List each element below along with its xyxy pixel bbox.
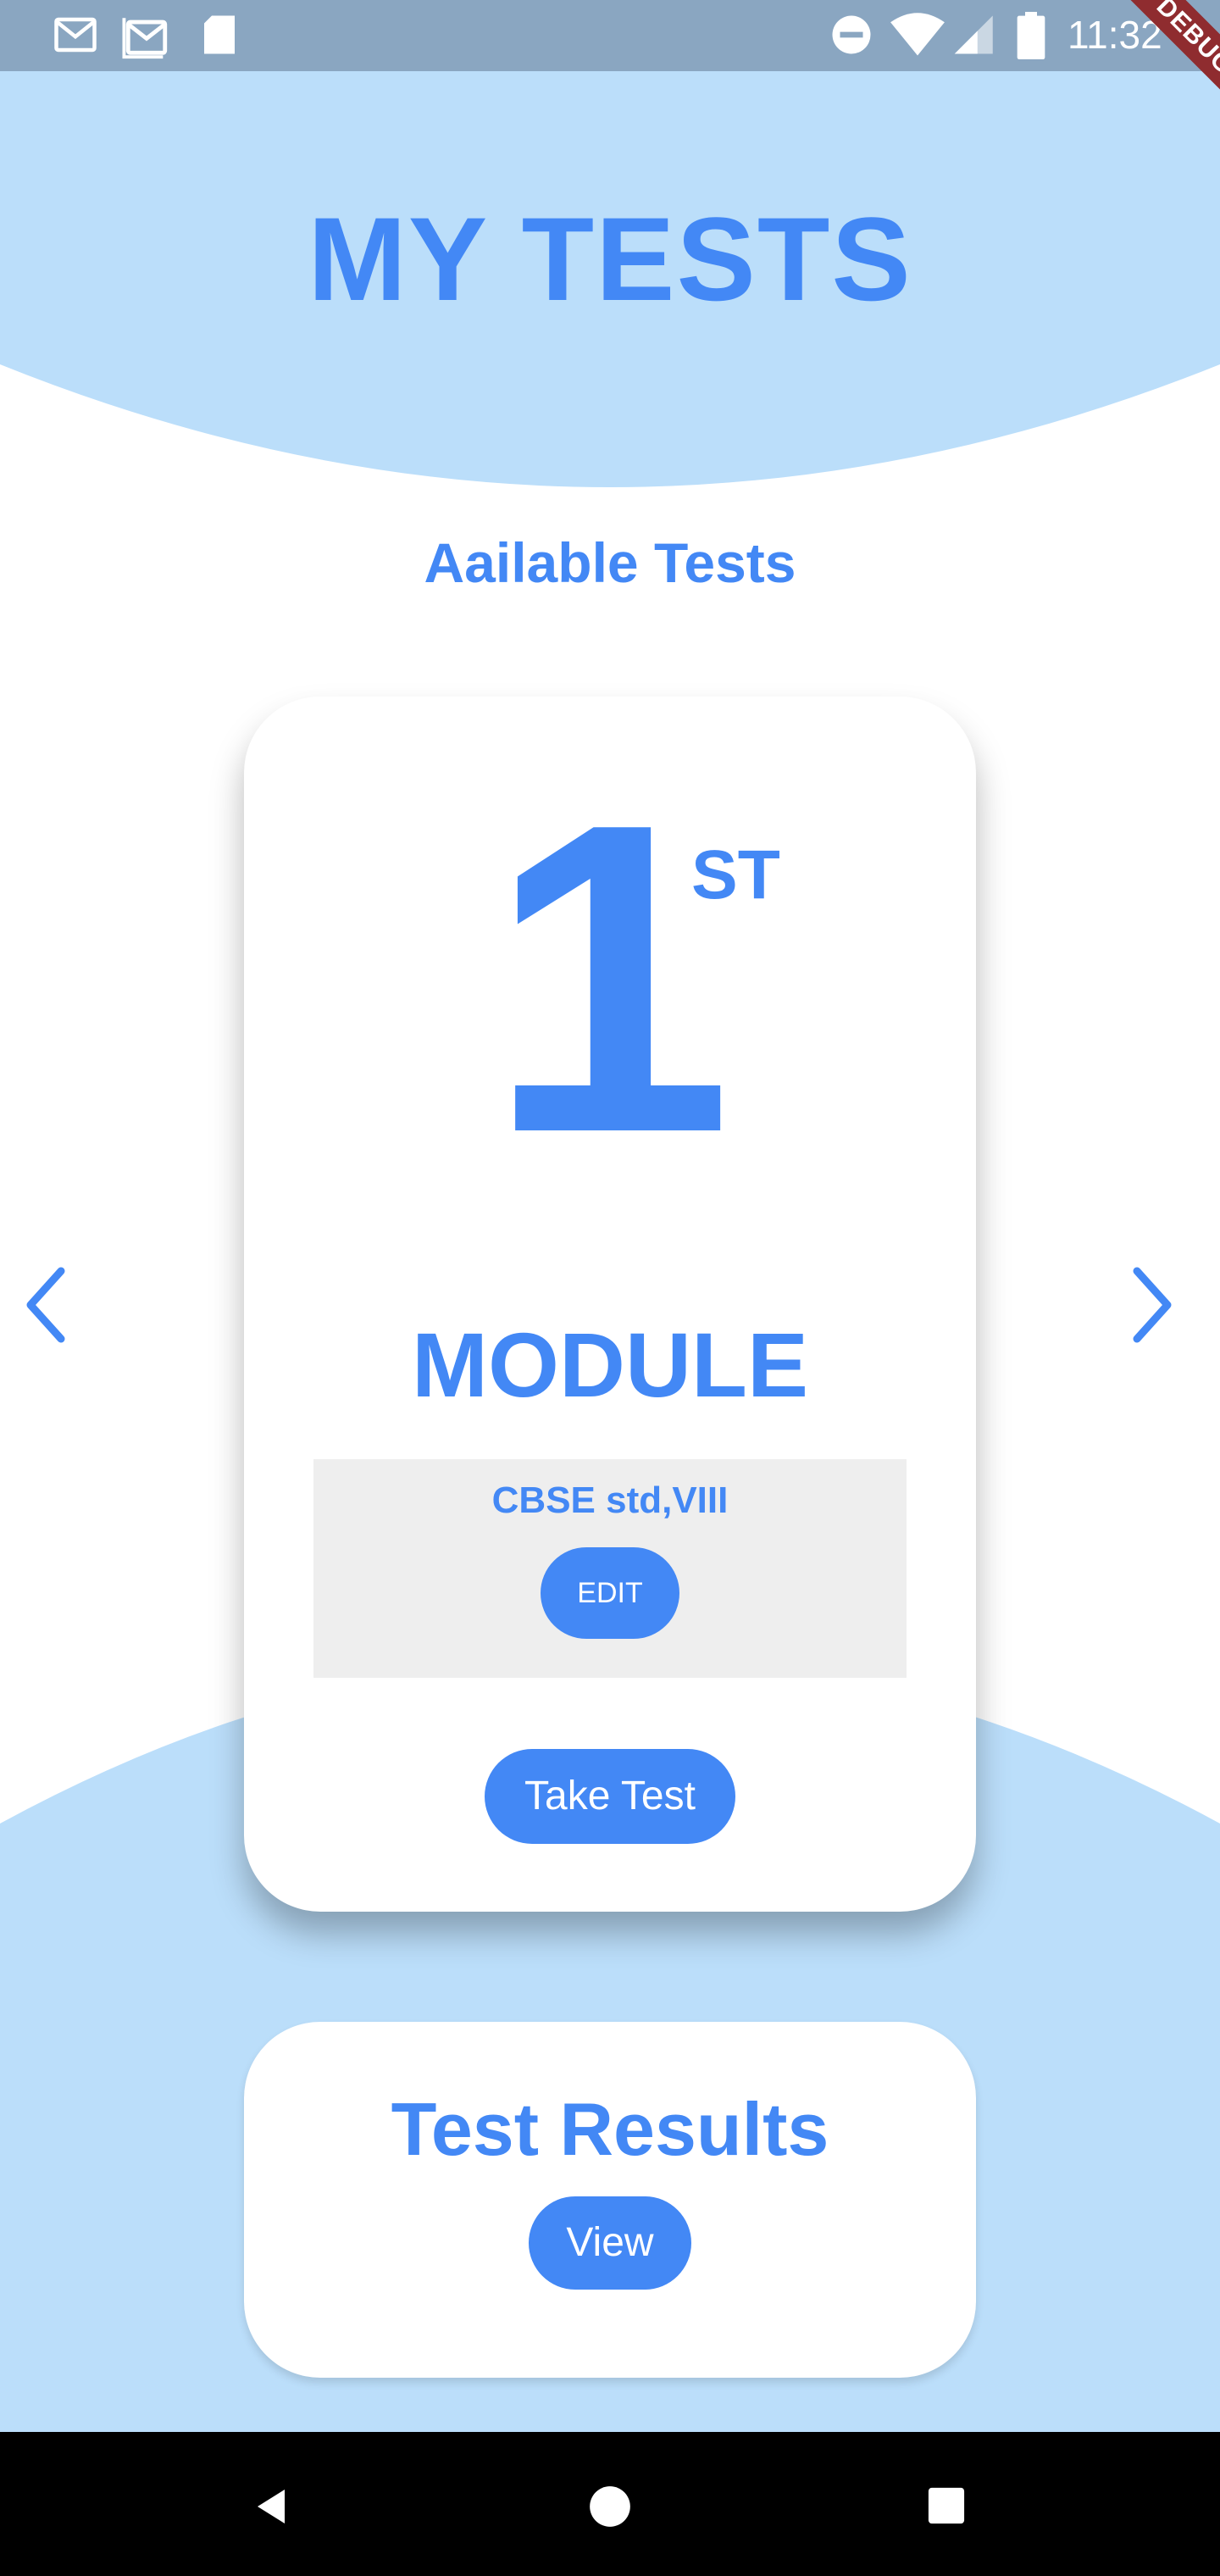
module-number: 1 <box>487 732 733 1224</box>
sd-card-icon <box>204 15 235 54</box>
do-not-disturb-icon <box>832 15 871 54</box>
view-results-button[interactable]: View <box>529 2196 691 2290</box>
gmail-icon <box>122 18 168 59</box>
status-bar: 11:32 <box>0 0 1220 71</box>
clock: 11:32 <box>1068 13 1162 57</box>
battery-icon <box>1017 12 1045 59</box>
wifi-icon <box>890 13 945 56</box>
edit-button[interactable]: EDIT <box>541 1547 679 1639</box>
recents-icon[interactable] <box>927 2486 966 2525</box>
test-results-title: Test Results <box>391 2087 829 2171</box>
class-info-text: CBSE std,VIII <box>491 1480 729 1521</box>
back-icon[interactable] <box>251 2486 291 2527</box>
home-icon[interactable] <box>588 2484 632 2529</box>
module-label: MODULE <box>412 1313 808 1416</box>
system-nav-bar <box>0 2432 1220 2576</box>
take-test-button[interactable]: Take Test <box>485 1749 735 1844</box>
signal-icon <box>954 15 993 54</box>
gmail-icon <box>54 17 97 53</box>
module-ordinal: ST <box>691 836 780 913</box>
available-tests-heading: Aailable Tests <box>424 531 796 594</box>
page-title: MY TESTS <box>308 192 912 325</box>
